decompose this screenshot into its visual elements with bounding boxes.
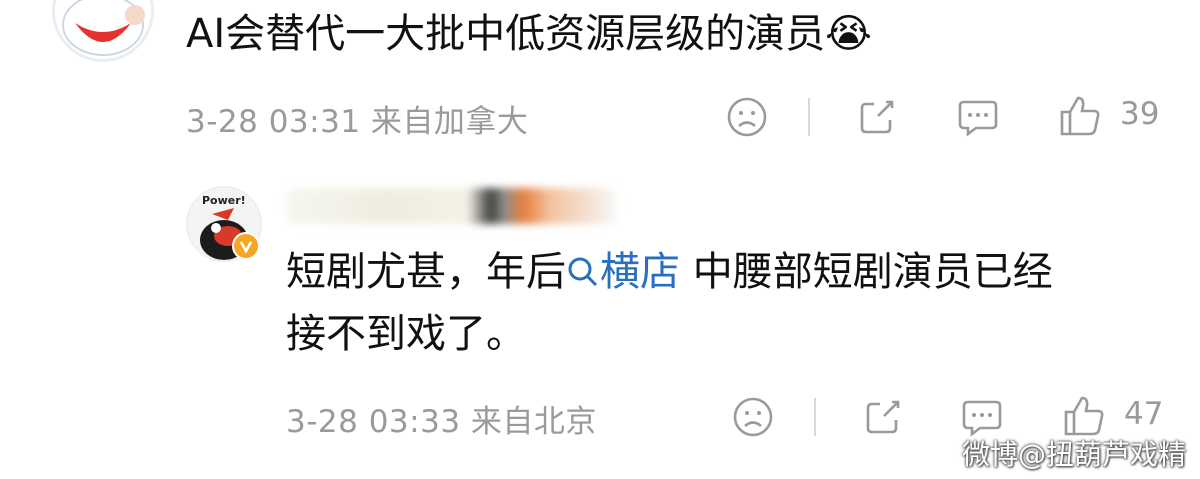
doraemon-avatar-icon — [62, 0, 145, 56]
comment-text-part: 中腰部短剧演员已经 — [680, 249, 1053, 295]
comment-icon[interactable] — [956, 96, 1000, 142]
avatar-label: Power! — [202, 194, 246, 207]
sad-face-icon[interactable] — [732, 396, 774, 442]
comment-text-part: 短剧尤甚，年后 — [286, 249, 566, 295]
search-icon — [568, 257, 598, 287]
verified-badge-icon — [232, 232, 260, 260]
comment-text: AI会替代一大批中低资源层级的演员😭 — [186, 11, 872, 57]
like-count: 47 — [1124, 396, 1164, 432]
comment-text: 短剧尤甚，年后 横店 中腰部短剧演员已经 — [286, 246, 1053, 298]
comment-meta: 3-28 03:33 来自北京 — [286, 404, 597, 440]
divider — [808, 98, 810, 136]
share-icon[interactable] — [862, 396, 904, 442]
sad-face-icon[interactable] — [726, 96, 768, 142]
comment-meta: 3-28 03:31 来自加拿大 — [186, 104, 529, 140]
share-icon[interactable] — [856, 96, 898, 142]
username-blurred[interactable] — [286, 188, 616, 224]
avatar[interactable] — [52, 0, 154, 62]
link-text: 横店 — [600, 249, 680, 295]
comment-text-line2: 接不到戏了。 — [286, 311, 526, 357]
thumbs-up-icon[interactable] — [1058, 94, 1102, 142]
hashtag-link[interactable]: 横店 — [566, 249, 680, 295]
watermark: 微博@扭葫芦戏精 — [961, 438, 1186, 471]
like-count: 39 — [1120, 96, 1160, 132]
divider — [814, 398, 816, 436]
